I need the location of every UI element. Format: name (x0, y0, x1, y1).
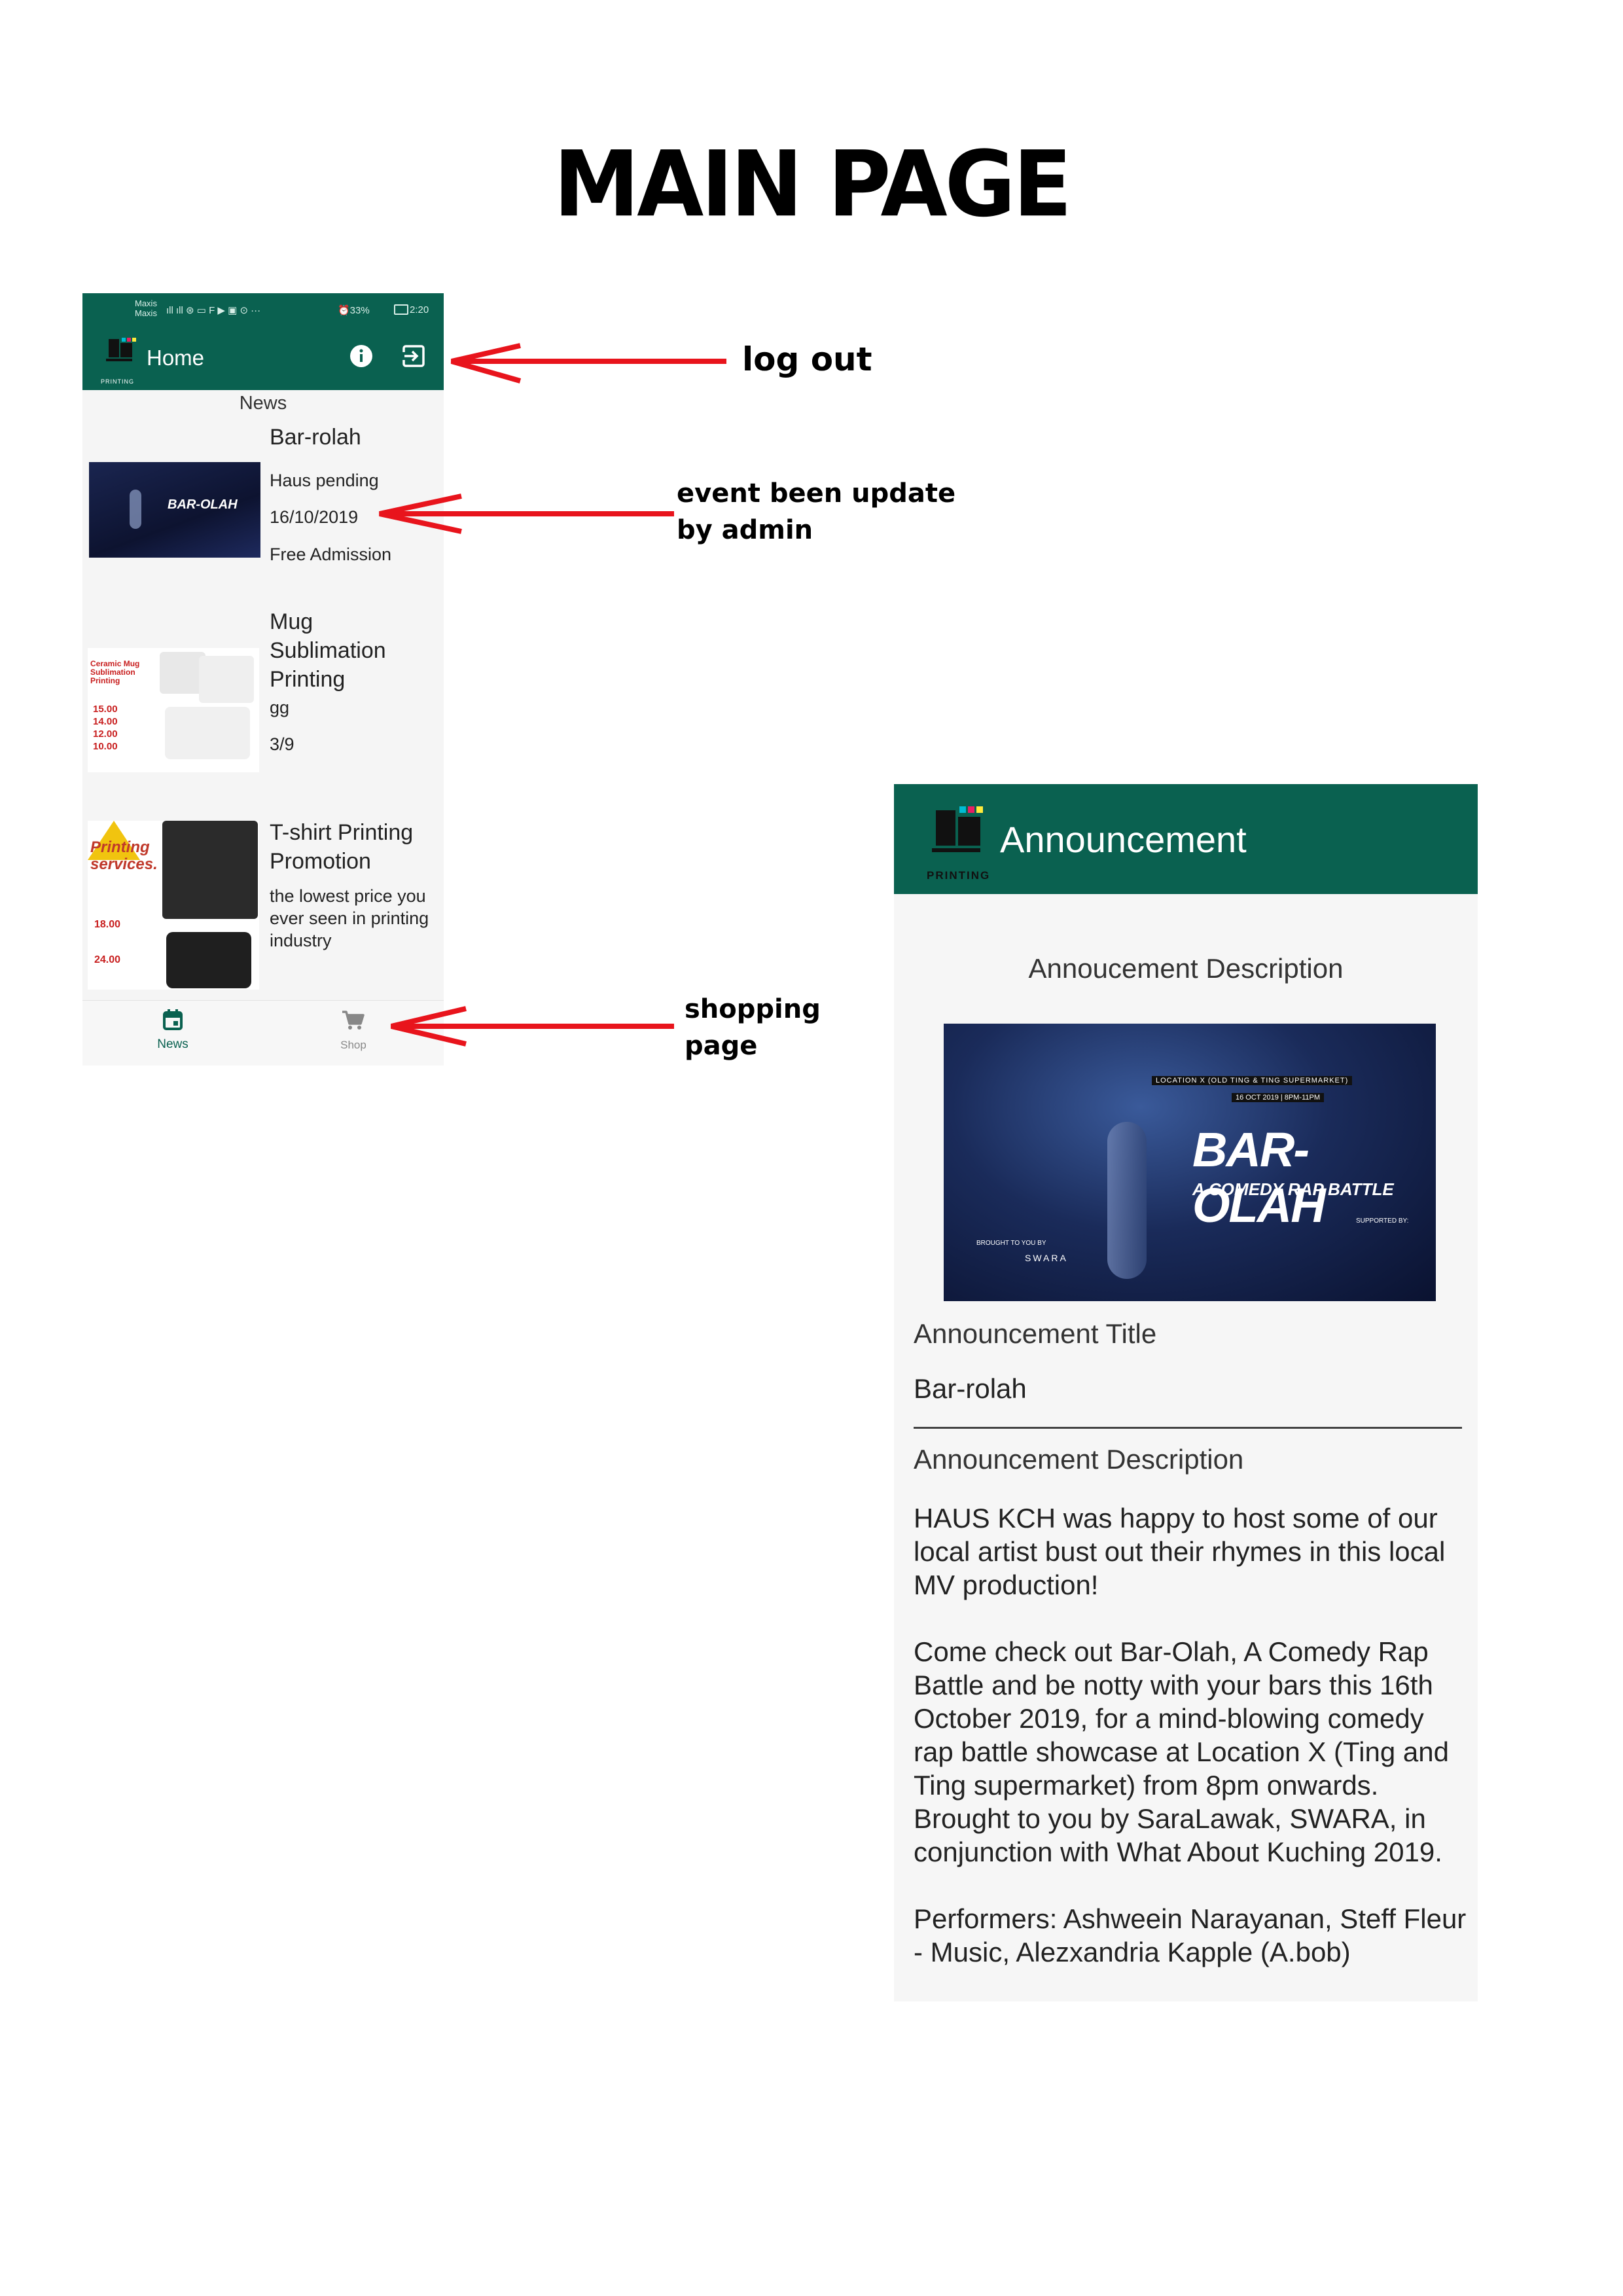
poster-sponsor: SWARA (1025, 1253, 1068, 1263)
poster-date: 16 OCT 2019 | 8PM-11PM (1232, 1093, 1325, 1102)
logo-caption: PRINTING (927, 869, 991, 882)
poster-location: LOCATION X (OLD TING & TING SUPERMARKET) (1152, 1076, 1353, 1085)
annotation-shopping: shopping page (685, 994, 821, 1061)
arrow-shopping (391, 1006, 674, 1047)
app-logo (932, 806, 983, 852)
poster-supported: SUPPORTED BY: (1356, 1217, 1409, 1225)
poster-brought: BROUGHT TO YOU BY (976, 1240, 1046, 1247)
arrow-logout (450, 343, 726, 384)
title-field-label: Announcement Title (914, 1318, 1157, 1349)
poster-tagline: A COMEDY RAP BATTLE (1192, 1179, 1394, 1199)
description-text: HAUS KCH was happy to host some of our l… (914, 1503, 1467, 1967)
annotation-logout: log out (742, 340, 872, 378)
poster-headline: BAR-OLAH (1192, 1122, 1326, 1232)
title-field-underline (914, 1427, 1462, 1429)
description-field-label: Announcement Description (914, 1444, 1244, 1475)
announcement-header: PRINTING Announcement (894, 784, 1478, 894)
title-field-value: Bar-rolah (914, 1373, 1027, 1404)
microphone-icon (1107, 1122, 1147, 1279)
arrow-event-update (379, 493, 674, 534)
announcement-poster: LOCATION X (OLD TING & TING SUPERMARKET)… (944, 1024, 1436, 1301)
announcement-screen: PRINTING Announcement Annoucement Descri… (894, 784, 1478, 2001)
announcement-subtitle: Annoucement Description (1028, 953, 1344, 984)
announcement-title: Announcement (1000, 819, 1247, 860)
annotation-event-update: event been update by admin (677, 478, 956, 545)
